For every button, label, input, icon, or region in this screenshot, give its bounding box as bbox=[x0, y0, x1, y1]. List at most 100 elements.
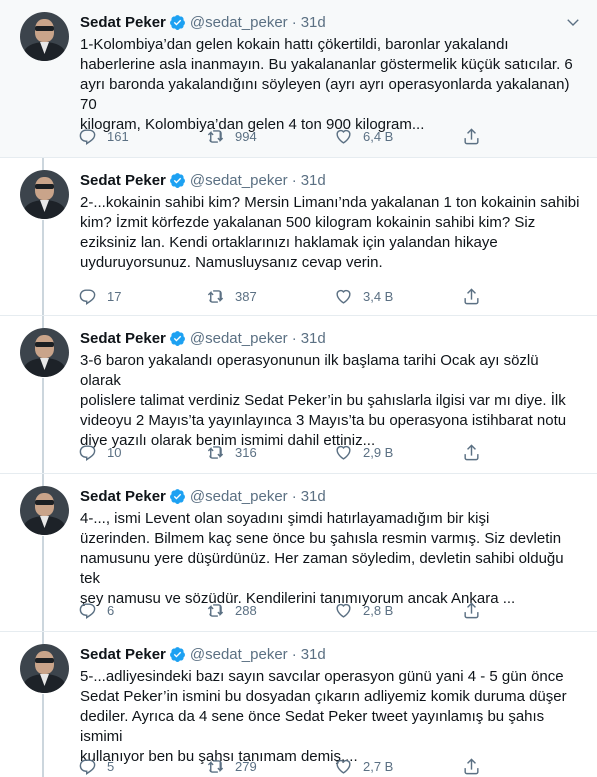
tweet-actions: 5 279 2,7 B bbox=[78, 756, 508, 776]
like-count: 2,9 B bbox=[363, 444, 394, 460]
tweet-header: Sedat Peker @sedat_peker · 31d bbox=[80, 170, 326, 190]
retweet-button[interactable]: 288 bbox=[206, 601, 334, 620]
retweet-count: 387 bbox=[235, 288, 257, 304]
like-button[interactable]: 2,7 B bbox=[334, 757, 462, 776]
verified-badge-icon bbox=[169, 330, 185, 346]
author-handle[interactable]: @sedat_peker bbox=[190, 488, 288, 505]
share-icon bbox=[464, 601, 479, 618]
share-icon bbox=[464, 757, 479, 774]
tweet-actions: 6 288 2,8 B bbox=[78, 600, 508, 620]
tweet-header: Sedat Peker @sedat_peker · 31d bbox=[80, 328, 326, 348]
tweet-time[interactable]: 31d bbox=[301, 646, 326, 663]
retweet-count: 994 bbox=[235, 128, 257, 144]
retweet-icon bbox=[207, 129, 224, 143]
tweet-header: Sedat Peker @sedat_peker · 31d bbox=[80, 12, 326, 32]
like-icon bbox=[336, 289, 351, 304]
like-count: 3,4 B bbox=[363, 288, 394, 304]
author-handle[interactable]: @sedat_peker bbox=[190, 330, 288, 347]
tweet-header: Sedat Peker @sedat_peker · 31d bbox=[80, 486, 326, 506]
avatar[interactable] bbox=[20, 644, 69, 693]
tweet-time[interactable]: 31d bbox=[301, 14, 326, 31]
retweet-icon bbox=[207, 445, 224, 459]
verified-badge-icon bbox=[169, 172, 185, 188]
avatar[interactable] bbox=[20, 170, 69, 219]
author-name[interactable]: Sedat Peker bbox=[80, 488, 166, 505]
tweet-time[interactable]: 31d bbox=[301, 172, 326, 189]
tweet-text: 1-Kolombiya’dan gelen kokain hattı çöker… bbox=[80, 36, 573, 133]
separator: · bbox=[291, 13, 297, 31]
author-name[interactable]: Sedat Peker bbox=[80, 330, 166, 347]
tweet[interactable]: Sedat Peker @sedat_peker · 31d 3-6 baron… bbox=[0, 316, 597, 474]
author-name[interactable]: Sedat Peker bbox=[80, 172, 166, 189]
like-count: 2,7 B bbox=[363, 758, 394, 774]
author-handle[interactable]: @sedat_peker bbox=[190, 172, 288, 189]
share-icon bbox=[464, 287, 479, 304]
like-button[interactable]: 6,4 B bbox=[334, 127, 462, 146]
tweet-actions: 10 316 2,9 B bbox=[78, 442, 508, 462]
verified-badge-icon bbox=[169, 488, 185, 504]
like-icon bbox=[336, 129, 351, 144]
reply-button[interactable]: 6 bbox=[78, 601, 206, 620]
tweet-actions: 161 994 6,4 B bbox=[78, 126, 508, 146]
separator: · bbox=[291, 645, 297, 663]
reply-button[interactable]: 17 bbox=[78, 287, 206, 306]
tweet-text: 3-6 baron yakalandı operasyonunun ilk ba… bbox=[80, 352, 567, 449]
reply-icon bbox=[79, 128, 96, 145]
retweet-icon bbox=[207, 603, 224, 617]
share-icon bbox=[464, 443, 479, 460]
retweet-count: 288 bbox=[235, 602, 257, 618]
author-handle[interactable]: @sedat_peker bbox=[190, 14, 288, 31]
separator: · bbox=[291, 171, 297, 189]
tweet[interactable]: Sedat Peker @sedat_peker · 31d 5-...adli… bbox=[0, 632, 597, 777]
tweet[interactable]: Sedat Peker @sedat_peker · 31d 4-..., is… bbox=[0, 474, 597, 632]
tweet-time[interactable]: 31d bbox=[301, 488, 326, 505]
reply-count: 6 bbox=[107, 602, 115, 618]
tweet[interactable]: Sedat Peker @sedat_peker · 31d 2-...koka… bbox=[0, 158, 597, 316]
avatar[interactable] bbox=[20, 12, 69, 61]
like-icon bbox=[336, 603, 351, 618]
like-count: 2,8 B bbox=[363, 602, 394, 618]
like-button[interactable]: 3,4 B bbox=[334, 287, 462, 306]
author-name[interactable]: Sedat Peker bbox=[80, 646, 166, 663]
avatar[interactable] bbox=[20, 486, 69, 535]
like-icon bbox=[336, 445, 351, 460]
retweet-count: 316 bbox=[235, 444, 257, 460]
reply-count: 5 bbox=[107, 758, 115, 774]
tweet-header: Sedat Peker @sedat_peker · 31d bbox=[80, 644, 326, 664]
share-button[interactable] bbox=[462, 601, 491, 620]
like-icon bbox=[336, 759, 351, 774]
author-handle[interactable]: @sedat_peker bbox=[190, 646, 288, 663]
reply-icon bbox=[79, 444, 96, 461]
like-count: 6,4 B bbox=[363, 128, 394, 144]
share-button[interactable] bbox=[462, 127, 491, 146]
retweet-icon bbox=[207, 759, 224, 773]
reply-button[interactable]: 161 bbox=[78, 127, 206, 146]
retweet-icon bbox=[207, 289, 224, 303]
reply-count: 10 bbox=[107, 444, 122, 460]
reply-count: 17 bbox=[107, 288, 122, 304]
reply-icon bbox=[79, 758, 96, 775]
tweet-actions: 17 387 3,4 B bbox=[78, 286, 508, 306]
share-button[interactable] bbox=[462, 443, 491, 462]
retweet-button[interactable]: 279 bbox=[206, 757, 334, 776]
share-button[interactable] bbox=[462, 287, 491, 306]
share-button[interactable] bbox=[462, 757, 491, 776]
tweet-time[interactable]: 31d bbox=[301, 330, 326, 347]
tweet-text: 5-...adliyesindeki bazı sayın savcılar o… bbox=[80, 668, 567, 765]
tweet-text: 4-..., ismi Levent olan soyadını şimdi h… bbox=[80, 510, 564, 607]
avatar[interactable] bbox=[20, 328, 69, 377]
retweet-button[interactable]: 316 bbox=[206, 443, 334, 462]
reply-icon bbox=[79, 288, 96, 305]
separator: · bbox=[291, 487, 297, 505]
reply-button[interactable]: 10 bbox=[78, 443, 206, 462]
more-icon[interactable] bbox=[563, 12, 583, 32]
like-button[interactable]: 2,9 B bbox=[334, 443, 462, 462]
retweet-count: 279 bbox=[235, 758, 257, 774]
like-button[interactable]: 2,8 B bbox=[334, 601, 462, 620]
author-name[interactable]: Sedat Peker bbox=[80, 14, 166, 31]
tweet[interactable]: Sedat Peker @sedat_peker · 31d 1-Kolombi… bbox=[0, 0, 597, 158]
retweet-button[interactable]: 387 bbox=[206, 287, 334, 306]
share-icon bbox=[464, 127, 479, 144]
reply-button[interactable]: 5 bbox=[78, 757, 206, 776]
retweet-button[interactable]: 994 bbox=[206, 127, 334, 146]
